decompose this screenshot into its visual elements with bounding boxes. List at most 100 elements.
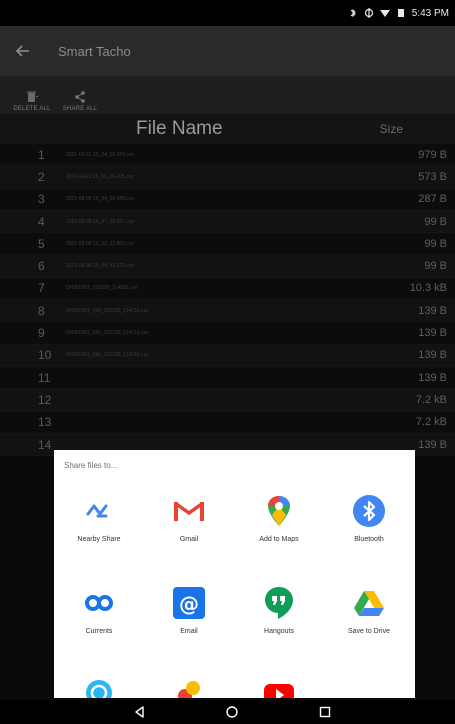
file-name: DH250001_999_201209_114713.csv — [66, 330, 149, 337]
file-row[interactable]: 5 2021-08-09 15_22_23.803.csv 99 B — [0, 233, 455, 256]
file-row[interactable]: 6 2021-08-09 15_44_41.572.csv 99 B — [0, 255, 455, 278]
row-number: 13 — [38, 415, 52, 430]
row-number: 11 — [38, 370, 51, 385]
back-nav-icon[interactable] — [133, 705, 147, 719]
file-name: 2021-08-09 16_34_00.980.csv — [66, 196, 134, 203]
share-target-label: Email — [180, 628, 198, 635]
share-target-label: Add to Maps — [259, 536, 299, 543]
file-size: 979 B — [418, 148, 447, 161]
bluetooth-status-icon — [350, 8, 356, 18]
share-target-label: Bluetooth — [354, 536, 384, 543]
file-name: 2021-08-09 15_22_23.803.csv — [66, 240, 134, 247]
file-name: 2021-08-09 15_44_41.572.csv — [66, 263, 134, 270]
file-size: 139 B — [418, 371, 447, 384]
file-size: 573 B — [418, 170, 447, 183]
status-bar: 5:43 PM — [0, 0, 455, 26]
app-icon-partial — [82, 676, 116, 698]
row-number: 5 — [38, 236, 45, 251]
file-name: DH250001_201209_114555.csv — [66, 285, 138, 292]
share-target-label: Gmail — [179, 536, 199, 543]
file-row[interactable]: 1 2021-04-21 15_34_06.074.csv 979 B — [0, 144, 455, 167]
row-number: 8 — [38, 303, 45, 318]
file-row[interactable]: 2 2021-04-21 11_01_24.205.csv 573 B — [0, 166, 455, 189]
file-name: 2021-04-21 11_01_24.205.csv — [66, 173, 134, 180]
row-number: 10 — [38, 348, 52, 363]
file-size: 287 B — [418, 193, 447, 206]
row-number: 4 — [38, 214, 45, 229]
file-size: 139 B — [418, 304, 447, 317]
file-size: 139 B — [418, 438, 447, 451]
row-number: 3 — [38, 192, 45, 207]
share-target-bluetooth[interactable]: Bluetooth — [324, 494, 414, 543]
share-target-maps[interactable]: Add to Maps — [234, 494, 324, 543]
delete-all-button[interactable]: DELETE ALL — [8, 90, 56, 112]
battery-status-icon — [397, 9, 404, 17]
file-row[interactable]: 13 7.2 kB — [0, 412, 455, 434]
share-all-label: SHARE ALL — [62, 106, 98, 112]
file-table-header: File Name Size — [0, 114, 455, 144]
file-row[interactable]: 4 2021-08-09 16_47_08.657.csv 99 B — [0, 210, 455, 234]
delete-all-icon — [27, 91, 38, 102]
wifi-status-icon — [379, 10, 390, 17]
app-title: Smart Tacho — [58, 43, 131, 59]
share-target-email[interactable]: @ Email — [144, 586, 234, 635]
file-row[interactable]: 10 DH250001_999_201209_113740.csv 139 B — [0, 344, 455, 367]
share-sheet: Share files to... Nearby Share Gmail Add… — [54, 450, 415, 698]
file-name: DH250001_999_201209_113740.csv — [66, 352, 149, 359]
delete-all-label: DELETE ALL — [13, 106, 51, 112]
share-target-partial-3[interactable] — [234, 676, 324, 698]
file-size: 139 B — [418, 327, 447, 340]
share-sheet-title: Share files to... — [64, 461, 118, 470]
file-row[interactable]: 8 DH250001_999_201209_114753.csv 139 B — [0, 300, 455, 323]
bluetooth-icon — [352, 494, 386, 528]
currents-icon — [82, 586, 116, 620]
row-number: 14 — [38, 437, 52, 452]
hangouts-icon — [262, 586, 296, 620]
share-target-label: Save to Drive — [347, 628, 391, 635]
app-bar: Smart Tacho — [0, 26, 455, 76]
status-time: 5:43 PM — [411, 7, 449, 19]
file-row[interactable]: 9 DH250001_999_201209_114713.csv 139 B — [0, 322, 455, 345]
share-target-nearby-share[interactable]: Nearby Share — [54, 494, 144, 543]
file-name: 2021-08-09 16_47_08.657.csv — [66, 218, 134, 225]
share-icon — [75, 91, 85, 103]
share-target-currents[interactable]: Currents — [54, 586, 144, 635]
row-number: 9 — [38, 326, 45, 341]
row-number: 7 — [38, 281, 45, 296]
gmail-icon — [172, 494, 206, 528]
file-size: 99 B — [424, 215, 447, 228]
recents-nav-icon[interactable] — [318, 705, 332, 719]
svg-text:@: @ — [179, 592, 199, 616]
navigation-bar — [0, 700, 455, 724]
share-target-label: Nearby Share — [77, 536, 121, 543]
app-icon-partial — [172, 676, 206, 698]
column-header-file-name: File Name — [136, 118, 223, 139]
file-size: 99 B — [424, 237, 447, 250]
column-header-size: Size — [379, 122, 403, 136]
row-number: 12 — [38, 392, 52, 407]
home-nav-icon[interactable] — [225, 705, 239, 719]
share-target-drive[interactable]: Save to Drive — [324, 586, 414, 635]
file-name: 2021-04-21 15_34_06.074.csv — [66, 151, 134, 158]
toolbar: DELETE ALL SHARE ALL — [0, 76, 455, 114]
row-number: 1 — [38, 147, 45, 162]
share-target-label: Currents — [85, 628, 113, 635]
file-size: 7.2 kB — [415, 416, 447, 429]
file-row[interactable]: 7 DH250001_201209_114555.csv 10.3 kB — [0, 278, 455, 301]
file-row[interactable]: 3 2021-08-09 16_34_00.980.csv 287 B — [0, 189, 455, 211]
share-target-partial-2[interactable] — [144, 676, 234, 698]
drive-icon — [352, 586, 386, 620]
share-target-label: Hangouts — [264, 628, 294, 635]
file-size: 139 B — [418, 349, 447, 362]
file-size: 10.3 kB — [409, 282, 447, 295]
share-all-button[interactable]: SHARE ALL — [56, 90, 104, 112]
row-number: 2 — [38, 169, 45, 184]
file-row[interactable]: 12 7.2 kB — [0, 389, 455, 412]
file-size: 99 B — [424, 260, 447, 273]
share-target-hangouts[interactable]: Hangouts — [234, 586, 324, 635]
share-target-partial-1[interactable] — [54, 676, 144, 698]
share-target-gmail[interactable]: Gmail — [144, 494, 234, 543]
row-number: 6 — [38, 259, 45, 274]
back-arrow-icon[interactable] — [14, 42, 32, 60]
file-row[interactable]: 11 139 B — [0, 367, 455, 390]
